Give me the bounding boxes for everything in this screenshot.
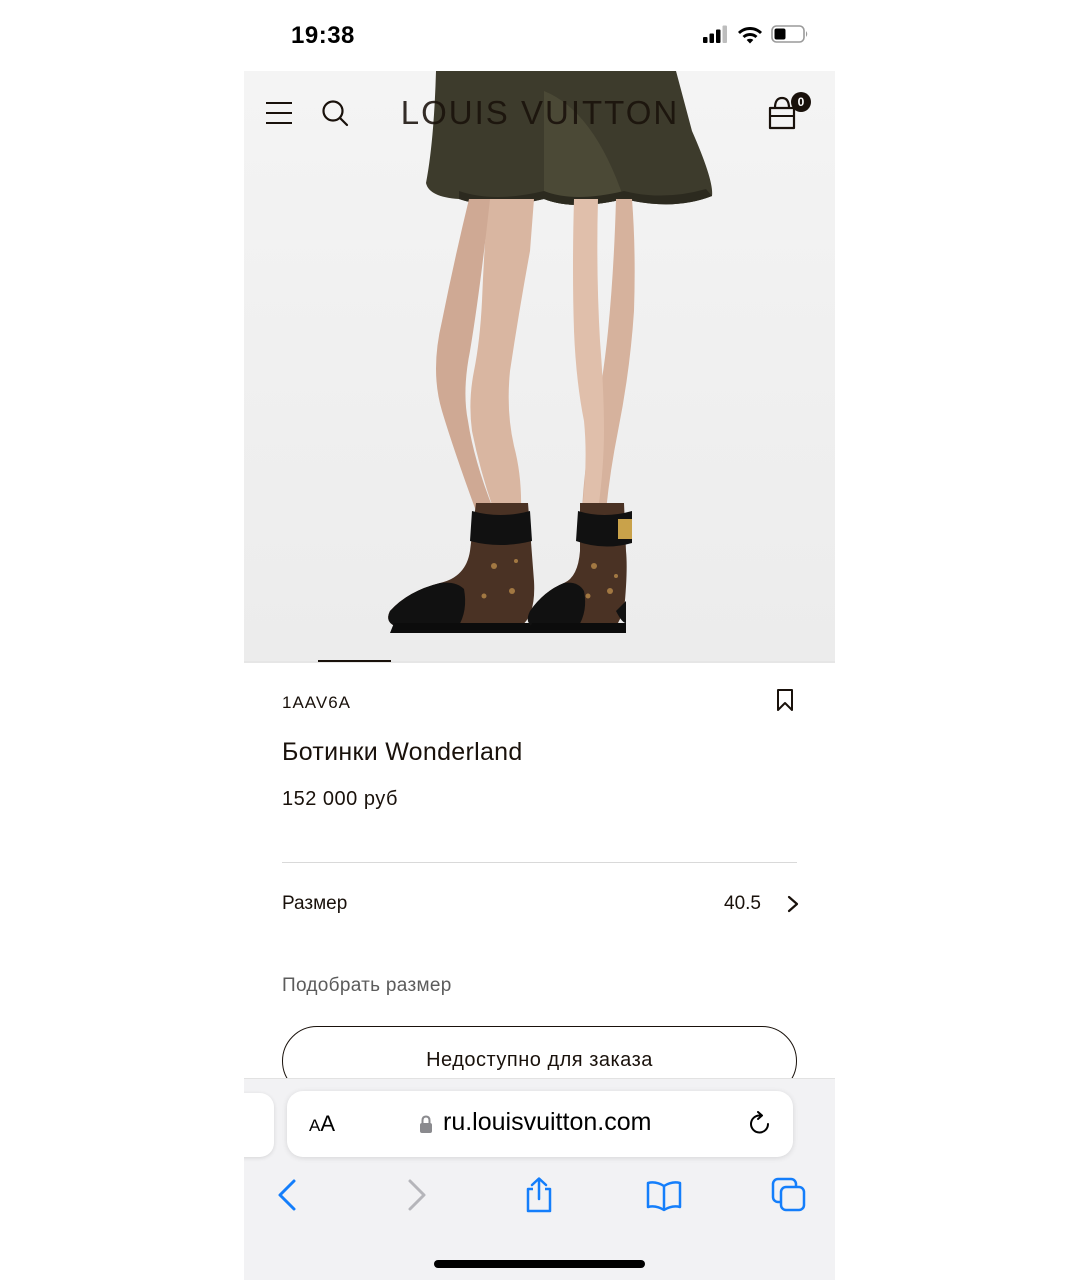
carousel-indicator (318, 660, 391, 662)
wifi-icon (738, 27, 762, 44)
tabs-icon[interactable] (771, 1177, 807, 1213)
menu-icon[interactable] (266, 100, 294, 126)
share-icon[interactable] (521, 1177, 557, 1213)
url-text[interactable]: ru.louisvuitton.com (443, 1108, 651, 1137)
reload-icon[interactable] (747, 1111, 773, 1137)
divider (282, 862, 797, 863)
product-photo (388, 71, 713, 633)
size-label[interactable]: Размер (282, 893, 347, 915)
forward-icon[interactable] (398, 1177, 434, 1213)
reader-aa-button[interactable]: AA (309, 1111, 335, 1137)
status-icons (703, 24, 809, 44)
status-bar: 19:38 (244, 0, 835, 71)
product-sku: 1AAV6A (282, 693, 352, 712)
status-time: 19:38 (291, 22, 355, 49)
battery-icon (771, 25, 808, 43)
phone-screen: 19:38 LOUIS VUITTON 0 1AAV6A Ботинки Won… (244, 0, 835, 1280)
back-icon[interactable] (270, 1177, 306, 1213)
product-image[interactable] (244, 71, 835, 661)
address-bar[interactable]: AA ru.louisvuitton.com (287, 1091, 793, 1157)
browser-toolbar: AA ru.louisvuitton.com (244, 1078, 835, 1280)
aa-small-letter: A (309, 1116, 321, 1135)
size-guide-link[interactable]: Подобрать размер (282, 975, 452, 997)
product-price: 152 000 руб (282, 788, 398, 810)
brand-logo[interactable]: LOUIS VUITTON (394, 94, 686, 132)
search-icon[interactable] (320, 98, 350, 128)
product-title: Ботинки Wonderland (282, 738, 523, 766)
chevron-right-icon[interactable] (786, 894, 800, 914)
lock-icon (420, 1115, 432, 1133)
bookmarks-icon[interactable] (646, 1177, 682, 1213)
size-value[interactable]: 40.5 (724, 893, 761, 915)
bookmark-icon[interactable] (776, 688, 794, 712)
cart-count-badge: 0 (791, 92, 811, 112)
signal-icon (703, 25, 727, 43)
aa-large-letter: A (320, 1111, 336, 1136)
previous-tab-preview[interactable] (244, 1093, 274, 1157)
home-indicator[interactable] (434, 1260, 645, 1268)
